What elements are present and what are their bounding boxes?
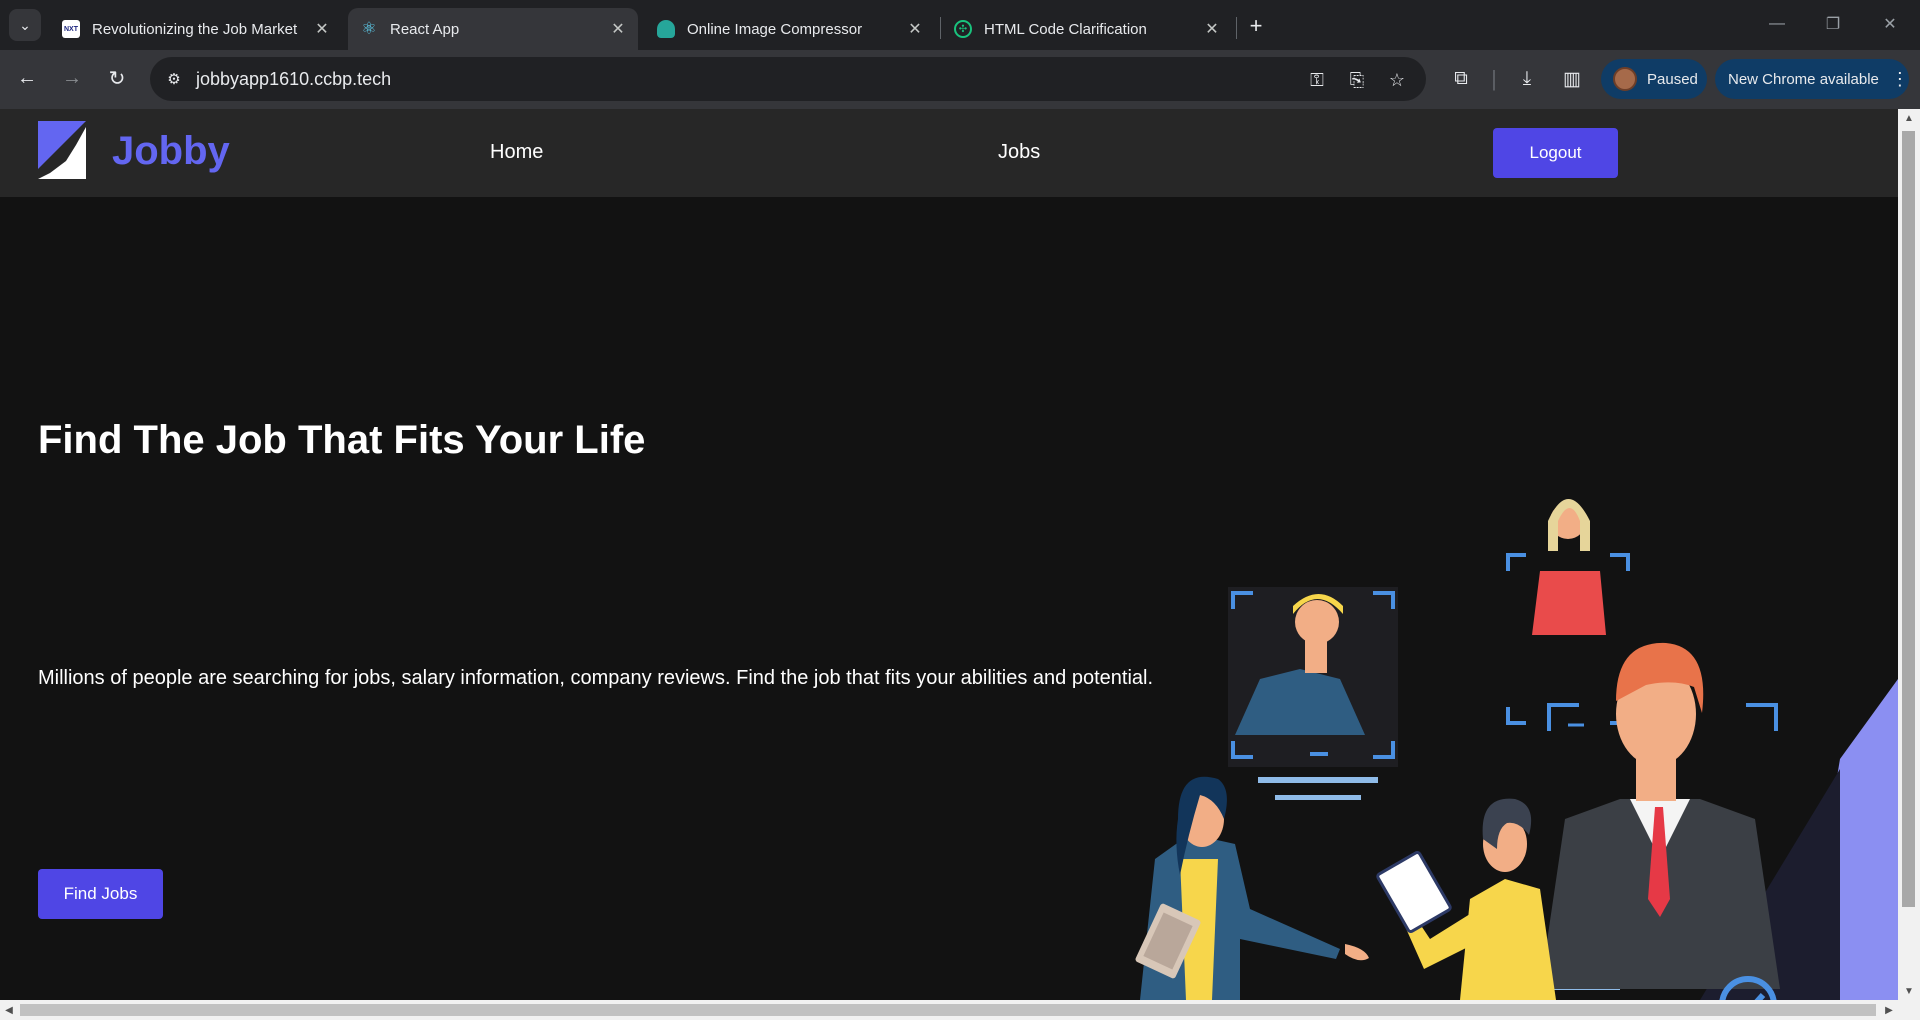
tab-2[interactable]: Online Image Compressor ✕: [645, 8, 935, 50]
browser-chrome: ⌄ NXT Revolutionizing the Job Market ✕ ⚛…: [0, 0, 1920, 109]
more-menu-icon[interactable]: ⋮: [1891, 69, 1909, 90]
nav-link-home[interactable]: Home: [490, 141, 543, 164]
tab-title: React App: [390, 20, 460, 38]
reload-icon[interactable]: ↻: [103, 64, 131, 92]
find-jobs-button[interactable]: Find Jobs: [38, 869, 163, 919]
close-icon[interactable]: ✕: [606, 17, 630, 41]
nxt-wave-favicon-icon: NXT: [62, 20, 80, 38]
window-close-icon[interactable]: ✕: [1870, 8, 1910, 40]
install-app-icon[interactable]: ⎘: [1344, 67, 1370, 93]
close-icon[interactable]: ✕: [1200, 17, 1224, 41]
download-icon[interactable]: ⤓: [1513, 65, 1541, 93]
avatar: [1613, 67, 1637, 91]
app-header: Jobby Home Jobs Logout: [0, 109, 1898, 197]
scroll-left-icon[interactable]: ◀: [0, 1000, 18, 1020]
back-arrow-icon[interactable]: ←: [13, 64, 41, 92]
vertical-scrollbar[interactable]: ▲ ▼: [1898, 109, 1920, 1000]
scroll-down-icon[interactable]: ▼: [1898, 982, 1920, 1000]
cloud-icon: [657, 20, 675, 38]
profile-button[interactable]: Paused: [1601, 59, 1707, 99]
close-icon[interactable]: ✕: [903, 17, 927, 41]
browser-toolbar: ← → ↻ ⚙ jobbyapp1610.ccbp.tech ⚿ ⎘ ☆ ⧉ |…: [0, 50, 1920, 109]
scroll-right-icon[interactable]: ▶: [1880, 1000, 1898, 1020]
side-panel-icon[interactable]: ▥: [1558, 65, 1586, 93]
scrollbar-thumb[interactable]: [20, 1004, 1876, 1016]
tab-separator: [940, 17, 941, 39]
hiring-illustration: [1135, 499, 1898, 1000]
chevron-down-icon: ⌄: [19, 16, 31, 33]
tab-title: Revolutionizing the Job Market: [92, 20, 298, 38]
bookmark-star-icon[interactable]: ☆: [1384, 67, 1410, 93]
restore-icon[interactable]: ❐: [1813, 8, 1853, 40]
extensions-icon[interactable]: ⧉: [1447, 65, 1475, 93]
update-label: New Chrome available: [1728, 70, 1879, 88]
chatgpt-icon: ✣: [954, 20, 972, 38]
tab-title: HTML Code Clarification: [984, 20, 1147, 38]
toolbar-divider: |: [1491, 66, 1497, 91]
hero-description: Millions of people are searching for job…: [38, 667, 1154, 689]
jobby-logo-icon[interactable]: [38, 121, 86, 179]
horizontal-scrollbar[interactable]: ◀ ▶: [0, 1000, 1920, 1020]
hero-title: Find The Job That Fits Your Life: [38, 418, 646, 462]
update-chrome-button[interactable]: New Chrome available ⋮: [1715, 59, 1909, 99]
url-text[interactable]: jobbyapp1610.ccbp.tech: [196, 69, 391, 90]
tab-1[interactable]: ⚛ React App ✕: [348, 8, 638, 50]
tab-strip: ⌄ NXT Revolutionizing the Job Market ✕ ⚛…: [0, 0, 1920, 50]
key-icon[interactable]: ⚿: [1304, 67, 1330, 93]
site-info-icon[interactable]: ⚙: [160, 65, 188, 93]
logo-text[interactable]: Jobby: [112, 129, 230, 174]
close-icon[interactable]: ✕: [310, 17, 334, 41]
scrollbar-thumb[interactable]: [1902, 131, 1915, 907]
tab-search-button[interactable]: ⌄: [9, 9, 41, 41]
web-page: Jobby Home Jobs Logout Find The Job That…: [0, 109, 1898, 1000]
minimize-icon[interactable]: —: [1757, 8, 1797, 40]
address-bar[interactable]: ⚙ jobbyapp1610.ccbp.tech ⚿ ⎘ ☆: [150, 57, 1426, 101]
scroll-up-icon[interactable]: ▲: [1898, 109, 1920, 127]
nav-link-jobs[interactable]: Jobs: [998, 141, 1040, 164]
logout-button[interactable]: Logout: [1493, 128, 1618, 178]
tab-separator: [1236, 17, 1237, 39]
new-tab-icon[interactable]: +: [1242, 12, 1270, 40]
tab-0[interactable]: NXT Revolutionizing the Job Market ✕: [50, 8, 342, 50]
react-icon: ⚛: [361, 19, 377, 38]
forward-arrow-icon[interactable]: →: [58, 64, 86, 92]
tab-title: Online Image Compressor: [687, 20, 863, 38]
tab-3[interactable]: ✣ HTML Code Clarification ✕: [942, 8, 1232, 50]
profile-status-label: Paused: [1647, 70, 1698, 88]
